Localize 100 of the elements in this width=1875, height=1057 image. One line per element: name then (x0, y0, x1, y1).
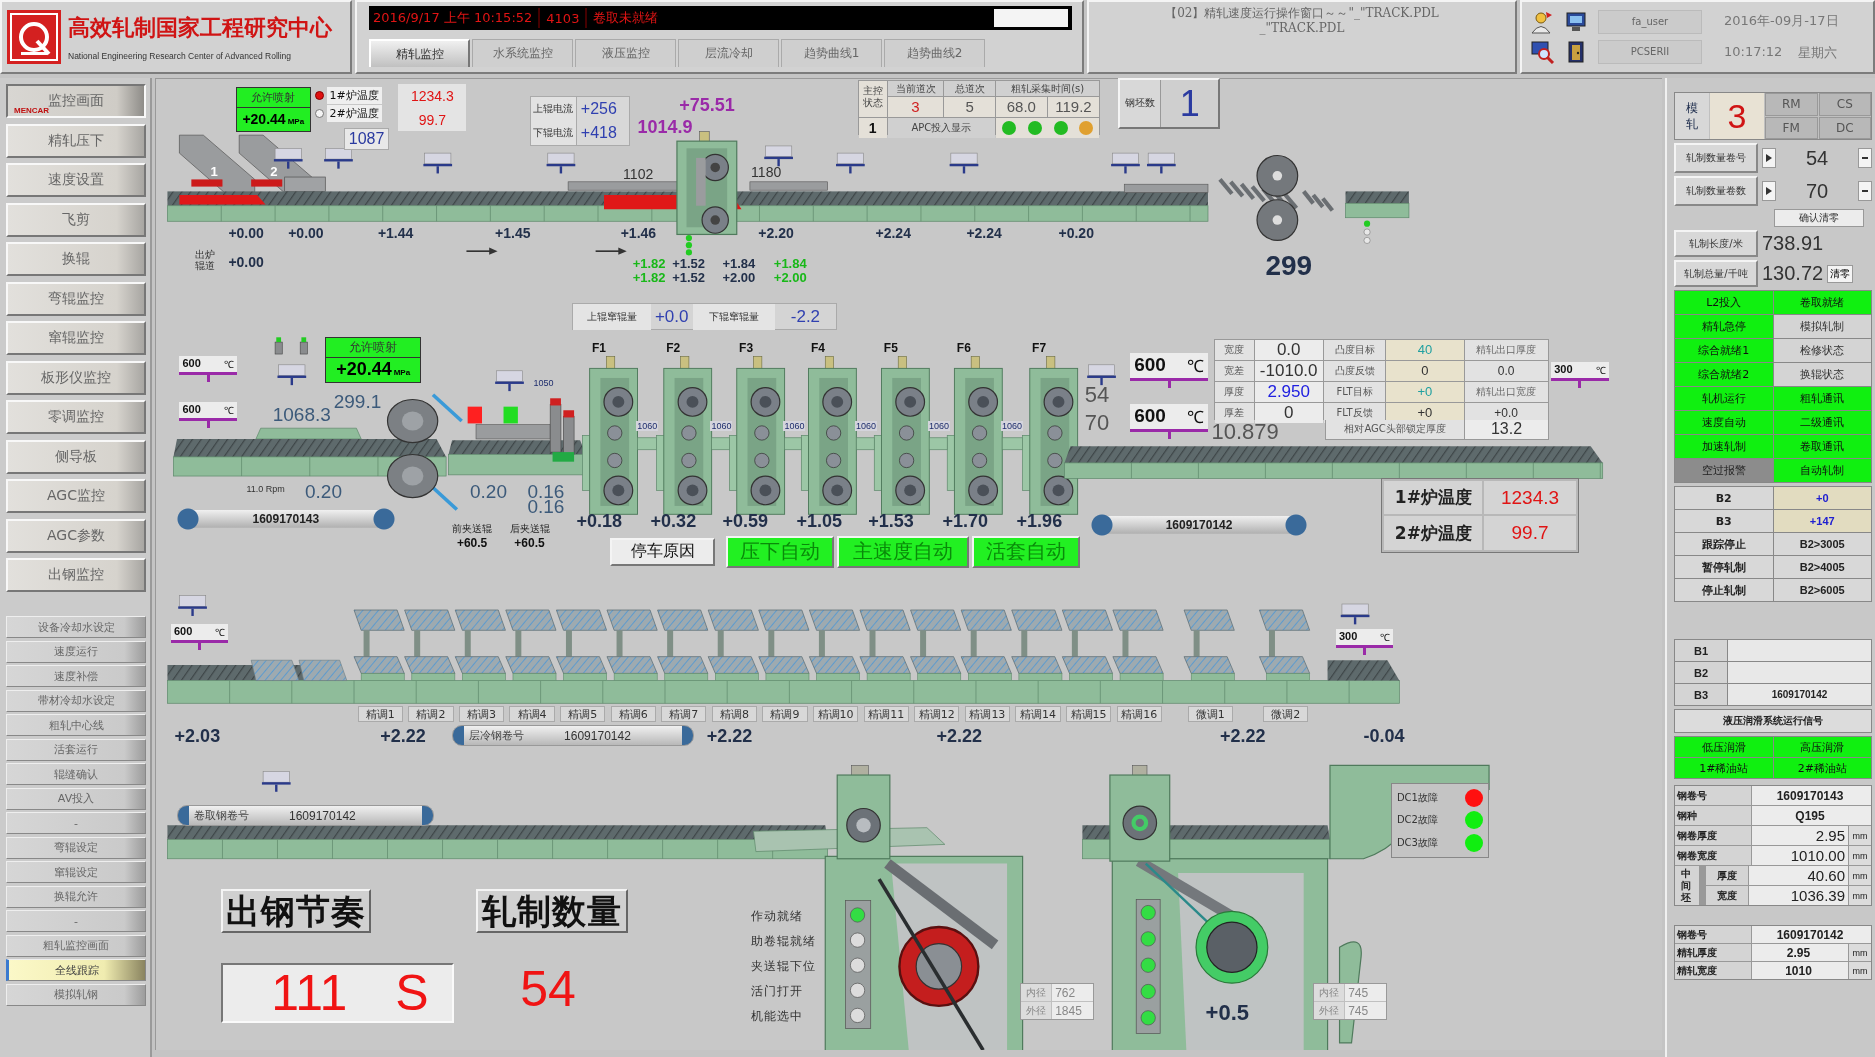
gap-value: +1.52 (672, 270, 706, 286)
tab[interactable]: 趋势曲线2 (884, 39, 985, 67)
menu-button[interactable]: 精轧压下 (6, 123, 146, 158)
cooling-header (505, 609, 557, 681)
lamp-column-icon (685, 234, 692, 256)
arrow-icon (594, 247, 627, 255)
menu-button[interactable]: 零调监控 (6, 400, 146, 434)
menu-button[interactable]: 粗轧中心线 (6, 714, 146, 736)
mode-button[interactable]: 活套自动 (972, 535, 1080, 569)
looper (784, 437, 802, 451)
mode-button[interactable]: 主速度自动 (837, 535, 969, 569)
sensor-tag-icon (273, 148, 303, 169)
search-icon[interactable] (1528, 39, 1556, 65)
mode-button[interactable]: 压下自动 (726, 535, 834, 569)
menu-button[interactable]: 辊缝确认 (6, 763, 146, 785)
alarm-time: 2016/9/17 上午 10:15:52 (373, 9, 533, 27)
minus-icon (1862, 187, 1868, 195)
counter-label: 轧制数量卷数 (1674, 176, 1758, 206)
area-button[interactable]: RM (1765, 93, 1818, 116)
menu-button[interactable]: 全线跟踪 (6, 959, 146, 981)
menu-button[interactable]: 飞剪 (6, 202, 146, 237)
menu-button[interactable]: 弯辊设定 (6, 836, 146, 859)
tab[interactable]: 层流冷却 (678, 39, 779, 67)
menu-button[interactable]: 换辊允许 (6, 885, 146, 908)
table-cell: 68.0 (995, 97, 1047, 118)
speed-value: +0.00 (228, 224, 264, 241)
menu-button[interactable]: 侧导板 (6, 439, 146, 474)
table-cell: 0 (1386, 360, 1464, 381)
sensor-tag-icon (949, 152, 979, 174)
sensor-tag-icon (261, 771, 291, 792)
window-title: 【02】精轧速度运行操作窗口～～"_"TRACK.PDL (1164, 6, 1440, 21)
mode-button[interactable]: 停车原因 (610, 538, 716, 566)
menu-button[interactable]: 监控画面 MENCAR (6, 84, 146, 118)
total-label: 轧制长度/米 (1674, 230, 1758, 257)
menu-button[interactable]: 速度设置 (6, 163, 146, 197)
menu-button[interactable]: 窜辊设定 (6, 861, 146, 883)
menu-button[interactable]: 速度补偿 (6, 665, 146, 687)
status-indicator: 低压润滑 (1675, 737, 1773, 757)
tracking-label: B1 (1675, 640, 1727, 661)
spin-button[interactable] (1858, 181, 1872, 201)
speed-value: +1.45 (495, 224, 531, 241)
threshold-label: 暂停轧制 (1675, 556, 1773, 578)
menu-button[interactable]: 出钢监控 (6, 558, 146, 592)
spin-button[interactable] (1858, 148, 1872, 168)
speed-value: +2.24 (966, 224, 1002, 241)
menu-button[interactable]: - (6, 812, 146, 834)
table-header: 当前道次 (887, 81, 944, 97)
menu-button[interactable]: 弯辊监控 (6, 281, 146, 316)
menu-button[interactable]: AGC监控 (6, 479, 146, 513)
unit-label: mm (1849, 962, 1871, 979)
table-cell: APC投入显示 (887, 118, 995, 139)
menu-button[interactable]: 模拟轧钢 (6, 983, 146, 1006)
shift-label: 上辊窜辊量 (572, 303, 651, 330)
reset-button[interactable]: 确认清零 (1774, 209, 1864, 227)
sensor-tag-icon (546, 152, 576, 174)
furnace-temperature: 99.7 (418, 111, 446, 128)
target-value: 70 (1084, 410, 1110, 437)
threshold-label: B3 (1675, 510, 1773, 532)
menu-button[interactable]: 带材冷却水设定 (6, 689, 146, 712)
area-button[interactable]: FM (1765, 116, 1818, 139)
stand-temperature: 1014.9 (637, 117, 693, 139)
menu-button[interactable]: 设备冷却水设定 (6, 616, 146, 638)
reset-button[interactable]: 清零 (1827, 264, 1854, 283)
counter-value: 54 (1804, 146, 1830, 170)
sensor-tag-icon (277, 364, 307, 386)
menu-button[interactable]: 板形仪监控 (6, 360, 146, 395)
weekday-text: 星期六 (1798, 44, 1838, 62)
arrow-icon (465, 247, 498, 255)
spin-button[interactable] (1762, 181, 1776, 201)
alarm-code: 4103 (546, 10, 580, 26)
coil-field-value: 2.95 (1752, 944, 1848, 961)
cooling-header (353, 609, 405, 681)
menu-button[interactable]: - (6, 910, 146, 932)
menu-button[interactable]: AV投入 (6, 787, 146, 810)
looper-value: 1060 (636, 421, 659, 431)
pace-value: 111 (271, 963, 348, 1022)
area-button[interactable]: CS (1818, 93, 1871, 116)
menu-button[interactable]: 窜辊监控 (6, 321, 146, 355)
menu-button[interactable]: AGC参数 (6, 518, 146, 553)
table-cell: 0.0 (1464, 360, 1548, 381)
tab[interactable]: 趋势曲线1 (781, 39, 882, 67)
speed-value: +2.22 (936, 726, 983, 747)
shift-value: +0.0 (653, 306, 690, 327)
coil-field-value: Q195 (1752, 806, 1871, 825)
coil-field-value: 1010 (1752, 962, 1848, 979)
tab[interactable]: 液压监控 (575, 39, 676, 67)
tab[interactable]: 水系统监控 (472, 39, 573, 67)
spin-button[interactable] (1762, 148, 1776, 168)
menu-button[interactable]: 换辊 (6, 242, 146, 276)
area-button[interactable]: DC (1818, 116, 1871, 139)
tab[interactable]: 精轧监控 (369, 39, 470, 67)
cooling-header (657, 609, 709, 681)
pace-label: 出钢节奏 (221, 888, 371, 933)
signal-label: 夹送辊下位 (751, 958, 817, 975)
looper-value: 1060 (1001, 421, 1024, 431)
menu-button[interactable]: 活套运行 (6, 738, 146, 761)
entry-temperature: 1102 (623, 166, 654, 183)
menu-button[interactable]: 速度运行 (6, 640, 146, 663)
shear-speed-label: 11.0 Rpm (246, 484, 285, 495)
menu-button[interactable]: 粗轧监控画面 (6, 934, 146, 957)
